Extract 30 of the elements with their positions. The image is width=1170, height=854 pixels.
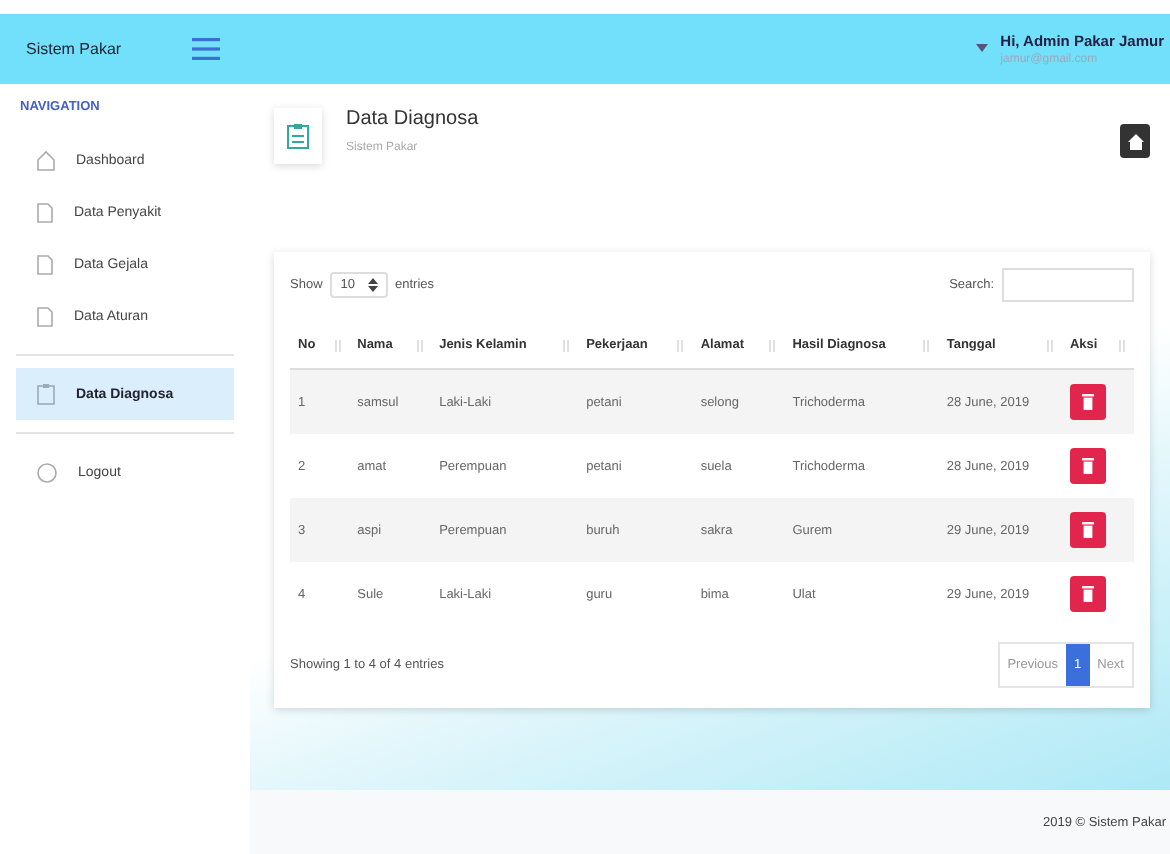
clipboard-icon (286, 122, 310, 150)
file-icon (36, 253, 54, 275)
sort-icon[interactable] (768, 339, 777, 351)
home-button[interactable] (1120, 124, 1150, 158)
trash-icon (1081, 586, 1094, 602)
power-icon (36, 461, 58, 483)
clipboard-icon (36, 382, 56, 406)
delete-button[interactable] (1069, 448, 1106, 484)
spinner-arrows-icon (367, 278, 377, 292)
menu-icon[interactable] (192, 38, 220, 60)
home-icon (1127, 133, 1143, 149)
sort-icon[interactable] (1045, 339, 1054, 351)
sort-icon[interactable] (562, 339, 571, 351)
home-icon (36, 149, 56, 171)
file-icon (36, 201, 54, 223)
search-field[interactable] (1002, 268, 1134, 302)
delete-button[interactable] (1069, 576, 1106, 612)
trash-icon (1081, 394, 1094, 410)
delete-button[interactable] (1069, 512, 1106, 548)
file-icon (36, 305, 54, 327)
brand-name: Sistem Pakar (26, 40, 122, 58)
sort-icon[interactable] (676, 339, 685, 351)
page-title: Data Diagnosa (346, 108, 481, 130)
sort-icon[interactable] (415, 339, 424, 351)
sort-icon[interactable] (922, 339, 931, 351)
delete-button[interactable] (1069, 384, 1106, 420)
trash-icon (1081, 458, 1094, 474)
sort-icon[interactable] (333, 339, 342, 351)
trash-icon (1081, 522, 1094, 538)
caret-icon[interactable] (976, 44, 989, 52)
